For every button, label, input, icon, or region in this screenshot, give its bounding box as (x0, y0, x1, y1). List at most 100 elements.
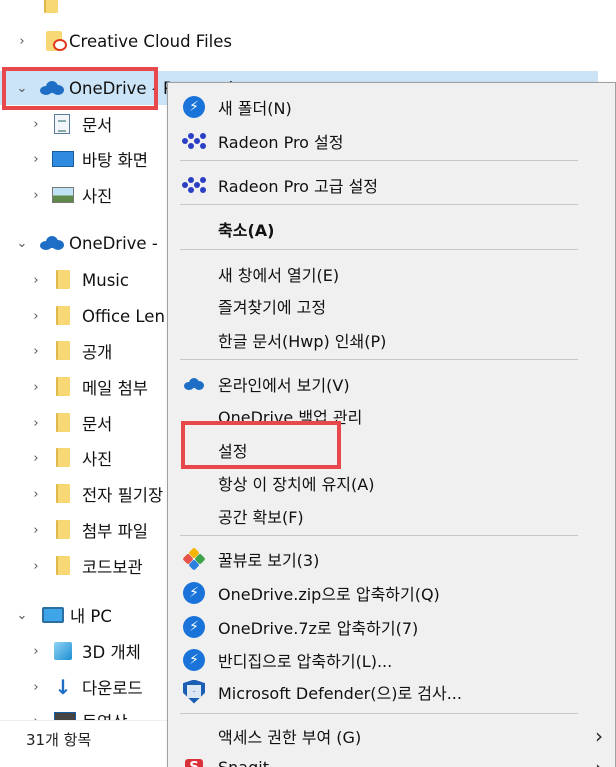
menu-item-zip[interactable]: ⚡ OneDrive.zip으로 압축하기(Q) (168, 576, 616, 609)
menu-item-label: 항상 이 장치에 유지(A) (218, 474, 375, 494)
chevron-right-icon[interactable]: › (28, 343, 44, 359)
creative-cloud-folder-icon (46, 31, 67, 51)
menu-item-label: Microsoft Defender(으)로 검사... (218, 683, 462, 703)
document-icon (54, 114, 74, 134)
chevron-right-icon[interactable]: › (28, 308, 44, 324)
chevron-right-icon[interactable]: › (28, 558, 44, 574)
tree-item-label: 문서 (82, 116, 113, 135)
menu-separator (180, 204, 578, 205)
folder-icon (56, 306, 76, 326)
menu-item-label: 새 폴더(N) (218, 98, 292, 118)
tree-item-creative-cloud-files[interactable]: › Creative Cloud Files (0, 24, 616, 58)
3d-objects-icon (54, 642, 74, 662)
chevron-right-icon[interactable]: › (28, 643, 44, 659)
highlight-settings (181, 421, 341, 469)
highlight-onedrive (2, 67, 158, 110)
chevron-right-icon[interactable]: › (28, 151, 44, 167)
menu-item-label: 공간 확보(F) (218, 507, 304, 527)
menu-item-view-online[interactable]: 온라인에서 보기(V) (168, 367, 616, 400)
menu-item-bandizip[interactable]: ⚡ 반디집으로 압축하기(L)... (168, 643, 616, 676)
folder-icon (56, 520, 76, 540)
folder-icon (56, 377, 76, 397)
menu-separator (180, 160, 578, 161)
folder-icon (56, 556, 76, 576)
tree-item-label: 전자 필기장 (82, 486, 164, 505)
tree-item-label: Creative Cloud Files (69, 31, 233, 51)
menu-item-always-keep[interactable]: 항상 이 장치에 유지(A) (168, 466, 616, 499)
folder-icon (56, 413, 76, 433)
menu-item-give-access[interactable]: 액세스 권한 부여 (G) › (168, 719, 616, 752)
chevron-right-icon[interactable]: › (28, 450, 44, 466)
tree-item-label: 다운로드 (82, 679, 143, 698)
menu-item-snagit[interactable]: S Snagit › (168, 751, 616, 767)
menu-item-open-new-window[interactable]: 새 창에서 열기(E) (168, 257, 616, 290)
tree-item-label: OneDrive - (69, 233, 158, 253)
menu-item-label: Snagit (218, 758, 269, 767)
radeon-icon (182, 129, 206, 153)
tree-item-label: 바탕 화면 (82, 151, 148, 170)
menu-item-label: 온라인에서 보기(V) (218, 375, 350, 395)
menu-item-label: 꿀뷰로 보기(3) (218, 550, 320, 570)
menu-item-label: 반디집으로 압축하기(L)... (218, 651, 393, 671)
tree-item-label: 내 PC (70, 607, 112, 626)
menu-separator (180, 359, 578, 360)
menu-item-new-folder[interactable]: ⚡ 새 폴더(N) (168, 90, 616, 123)
chevron-right-icon[interactable]: › (28, 187, 44, 203)
desktop-icon (52, 151, 74, 171)
tree-item-label: 사진 (82, 450, 113, 469)
chevron-right-icon[interactable]: › (28, 116, 44, 132)
defender-shield-icon (182, 679, 206, 704)
chevron-down-icon[interactable]: ⌄ (14, 235, 30, 251)
bandizip-icon: ⚡ (182, 648, 206, 672)
chevron-right-icon[interactable]: › (28, 379, 44, 395)
menu-item-free-up-space[interactable]: 공간 확보(F) (168, 499, 616, 532)
tree-item-label: 코드보관 (82, 558, 143, 577)
chevron-right-icon[interactable]: › (28, 272, 44, 288)
onedrive-cloud-icon (40, 236, 64, 256)
tree-item-label: 메일 첨부 (82, 379, 148, 398)
menu-item-7z[interactable]: ⚡ OneDrive.7z로 압축하기(7) (168, 610, 616, 643)
menu-item-label: OneDrive.7z로 압축하기(7) (218, 618, 419, 638)
menu-item-honeyview[interactable]: 꿀뷰로 보기(3) (168, 542, 616, 575)
bandizip-icon: ⚡ (182, 615, 206, 639)
chevron-right-icon[interactable]: › (28, 522, 44, 538)
new-folder-icon: ⚡ (182, 95, 206, 119)
pc-icon (42, 607, 64, 627)
chevron-right-icon: › (595, 723, 603, 748)
onedrive-cloud-icon (182, 372, 206, 396)
menu-item-defender-scan[interactable]: Microsoft Defender(으)로 검사... (168, 675, 616, 708)
tree-item-label: 문서 (82, 415, 113, 434)
honeyview-icon (182, 546, 206, 571)
menu-item-radeon-settings[interactable]: Radeon Pro 설정 (168, 124, 616, 157)
menu-item-collapse[interactable]: 축소(A) (168, 212, 616, 245)
chevron-down-icon[interactable]: ⌄ (14, 607, 30, 623)
menu-item-label: Radeon Pro 고급 설정 (218, 176, 379, 196)
chevron-right-icon[interactable]: › (28, 415, 44, 431)
folder-icon (56, 341, 76, 361)
menu-separator (180, 713, 578, 714)
menu-item-label: 즐겨찾기에 고정 (218, 297, 327, 317)
menu-separator (180, 535, 578, 536)
chevron-right-icon[interactable]: › (14, 33, 30, 49)
bandizip-icon: ⚡ (182, 581, 206, 605)
pictures-icon (52, 187, 74, 207)
menu-item-label: Radeon Pro 설정 (218, 132, 344, 152)
tree-item-cut[interactable] (0, 0, 616, 14)
tree-item-label: 사진 (82, 187, 113, 206)
snagit-icon: S (182, 756, 206, 767)
tree-item-label: 3D 개체 (82, 643, 141, 662)
menu-item-label: 액세스 권한 부여 (G) (218, 727, 362, 747)
menu-item-pin-quick-access[interactable]: 즐겨찾기에 고정 (168, 289, 616, 322)
tree-item-label: Office Len (82, 306, 165, 326)
tree-item-label: Music (82, 270, 129, 290)
folder-icon (56, 484, 76, 504)
menu-item-hwp-print[interactable]: 한글 문서(Hwp) 인쇄(P) (168, 323, 616, 356)
menu-item-label: 축소(A) (218, 220, 275, 240)
tree-item-label: 첨부 파일 (82, 522, 148, 541)
chevron-right-icon[interactable]: › (28, 486, 44, 502)
radeon-icon (182, 173, 206, 197)
menu-item-radeon-advanced[interactable]: Radeon Pro 고급 설정 (168, 168, 616, 201)
chevron-right-icon[interactable]: › (28, 679, 44, 695)
tree-item-label: 공개 (82, 343, 113, 362)
item-count: 31개 항목 (26, 731, 92, 749)
